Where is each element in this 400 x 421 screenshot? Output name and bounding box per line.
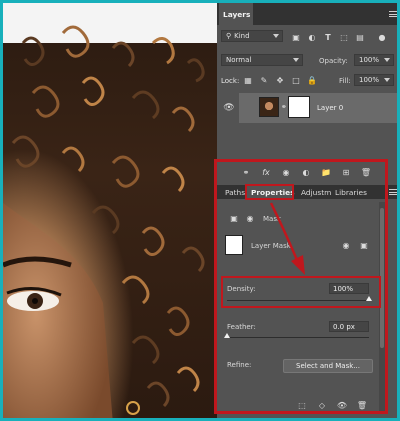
- panel-menu-icon[interactable]: [389, 189, 397, 195]
- lock-image-brush-icon[interactable]: ✎: [259, 75, 269, 85]
- chevron-down-icon: [384, 78, 390, 82]
- filter-toggle-icon[interactable]: ●: [377, 32, 387, 42]
- properties-tab-highlight: [245, 184, 294, 200]
- adjustment-filter-icon[interactable]: ◐: [307, 32, 317, 42]
- layer-name: Layer 0: [317, 104, 344, 112]
- blend-row: Normal Opacity: 100%: [217, 53, 397, 67]
- tab-layers-label: Layers: [223, 9, 251, 19]
- opacity-value: 100%: [359, 56, 380, 64]
- fill-value: 100%: [359, 76, 380, 84]
- photo-canvas[interactable]: [3, 3, 217, 418]
- eye-visibility-icon[interactable]: 👁: [223, 103, 234, 113]
- layer-row[interactable]: ⚭ Layer 0: [239, 93, 397, 123]
- layer-thumbnail: [259, 97, 279, 117]
- chain-link-icon[interactable]: ⚭: [281, 103, 287, 111]
- filter-row: ⚲ Kind ▣ ◐ T ⬚ ▤ ●: [217, 29, 397, 43]
- lock-label: Lock:: [221, 77, 240, 85]
- chevron-down-icon: [293, 58, 299, 62]
- shape-filter-icon[interactable]: ⬚: [339, 32, 349, 42]
- curly-hair-image: [3, 25, 205, 418]
- search-icon: ⚲: [226, 32, 232, 40]
- fill-label: Fill:: [339, 77, 351, 85]
- blend-mode-dropdown[interactable]: Normal: [221, 54, 303, 66]
- screenshot-frame: Layers ⚲ Kind ▣ ◐ T ⬚ ▤ ● Normal Opacity…: [0, 0, 400, 421]
- kind-filter-label: Kind: [234, 32, 250, 40]
- layer-mask-thumbnail[interactable]: [288, 96, 310, 118]
- chevron-down-icon: [384, 58, 390, 62]
- layers-tabbar: Layers: [217, 3, 397, 25]
- lock-position-move-icon[interactable]: ✥: [275, 75, 285, 85]
- opacity-field[interactable]: 100%: [354, 54, 394, 66]
- tab-layers[interactable]: Layers: [219, 3, 253, 25]
- lock-all-icon[interactable]: 🔒: [307, 75, 317, 85]
- fill-field[interactable]: 100%: [354, 74, 394, 86]
- chevron-down-icon: [273, 34, 279, 38]
- lock-artboard-icon[interactable]: □: [291, 75, 301, 85]
- opacity-label: Opacity:: [319, 57, 348, 65]
- panel-menu-icon[interactable]: [389, 11, 397, 17]
- lock-transparent-icon[interactable]: ▦: [243, 75, 253, 85]
- pixel-filter-icon[interactable]: ▣: [291, 32, 301, 42]
- lock-row: Lock: ▦ ✎ ✥ □ 🔒 Fill: 100%: [217, 73, 397, 87]
- kind-filter-dropdown[interactable]: ⚲ Kind: [221, 30, 283, 42]
- type-filter-icon[interactable]: T: [323, 32, 333, 42]
- blend-mode-value: Normal: [226, 56, 252, 64]
- density-highlight: [221, 276, 381, 308]
- smart-object-filter-icon[interactable]: ▤: [355, 32, 365, 42]
